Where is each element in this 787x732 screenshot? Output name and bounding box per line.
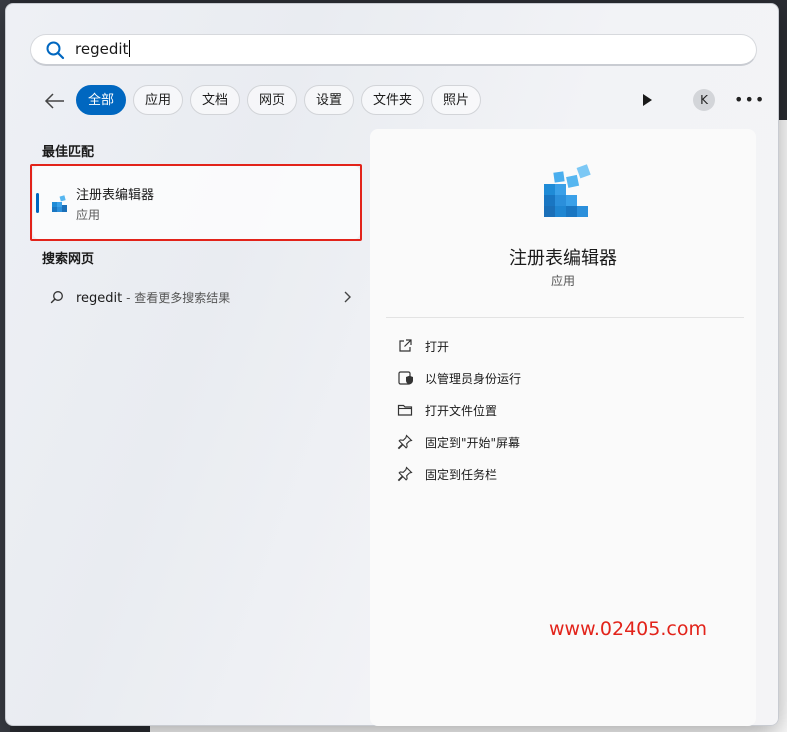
chevron-right-icon[interactable]	[342, 290, 352, 304]
action-label: 固定到"开始"屏幕	[425, 436, 521, 450]
web-search-hint: - 查看更多搜索结果	[122, 291, 231, 305]
action-label: 打开	[425, 340, 450, 354]
pin-icon	[397, 434, 413, 450]
filter-chip-photos[interactable]: 照片	[431, 85, 482, 115]
search-icon	[46, 41, 65, 60]
web-search-query: regedit - 查看更多搜索结果	[76, 289, 230, 306]
web-search-icon	[50, 291, 63, 304]
action-label: 固定到任务栏	[425, 468, 498, 482]
web-search-item[interactable]: regedit - 查看更多搜索结果	[42, 287, 352, 311]
open-icon	[399, 339, 412, 352]
web-search-heading: 搜索网页	[42, 252, 95, 267]
filter-chip-apps[interactable]: 应用	[133, 85, 184, 115]
filter-bar: 全部 应用 文档 网页 设置 文件夹 照片 K •••	[42, 85, 772, 117]
watermark-text: www.02405.com	[549, 618, 707, 640]
registry-large-icon	[544, 164, 591, 217]
best-match-heading: 最佳匹配	[42, 145, 95, 160]
admin-shield-icon	[398, 371, 413, 385]
back-arrow-icon[interactable]	[42, 89, 68, 113]
detail-title: 注册表编辑器	[509, 248, 617, 269]
action-label: 打开文件位置	[425, 404, 498, 418]
search-box[interactable]: regedit	[30, 34, 757, 66]
filter-chip-web[interactable]: 网页	[247, 85, 298, 115]
highlight-box	[30, 164, 362, 241]
folder-icon	[397, 404, 413, 416]
filter-chip-folders[interactable]: 文件夹	[361, 85, 425, 115]
text-caret	[129, 40, 131, 57]
action-label: 以管理员身份运行	[425, 372, 522, 386]
more-icon[interactable]: •••	[734, 90, 765, 109]
account-avatar[interactable]: K	[693, 89, 715, 111]
play-icon[interactable]	[640, 93, 654, 107]
web-search-query-text: regedit	[76, 291, 123, 306]
search-input[interactable]: regedit	[75, 40, 131, 58]
filter-chip-all[interactable]: 全部	[76, 85, 127, 115]
pin-icon	[397, 466, 413, 482]
detail-divider	[386, 317, 744, 318]
filter-chip-settings[interactable]: 设置	[304, 85, 355, 115]
detail-subtitle: 应用	[550, 274, 575, 288]
filter-chip-documents[interactable]: 文档	[190, 85, 241, 115]
